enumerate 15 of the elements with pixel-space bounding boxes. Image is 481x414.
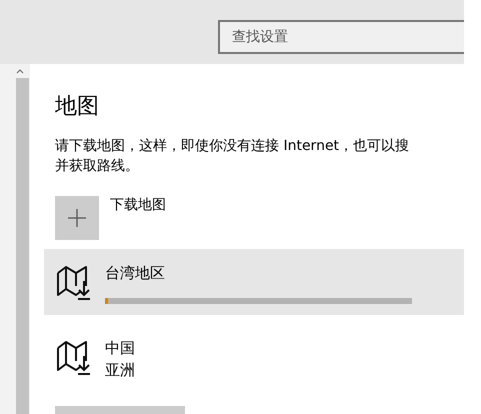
scroll-up-icon[interactable] xyxy=(16,69,24,74)
download-maps-link[interactable]: 下载地图 xyxy=(110,195,166,215)
map-name: 台湾地区 xyxy=(105,263,166,284)
map-item[interactable]: 中国 亚洲 xyxy=(44,324,464,390)
map-name: 中国 xyxy=(105,338,135,359)
search-field[interactable]: 查找设置 xyxy=(218,20,464,54)
plus-icon xyxy=(67,208,87,228)
description-text: 请下载地图，这样，即使你没有连接 Internet，也可以搜 xyxy=(55,137,410,156)
add-button[interactable] xyxy=(55,196,99,240)
button[interactable] xyxy=(55,406,185,414)
page-title: 地图 xyxy=(55,93,100,121)
map-item[interactable]: 台湾地区 xyxy=(44,249,464,315)
description-text: 并获取路线。 xyxy=(55,157,140,176)
map-region: 亚洲 xyxy=(105,360,135,381)
scrollbar-thumb[interactable] xyxy=(16,78,29,414)
